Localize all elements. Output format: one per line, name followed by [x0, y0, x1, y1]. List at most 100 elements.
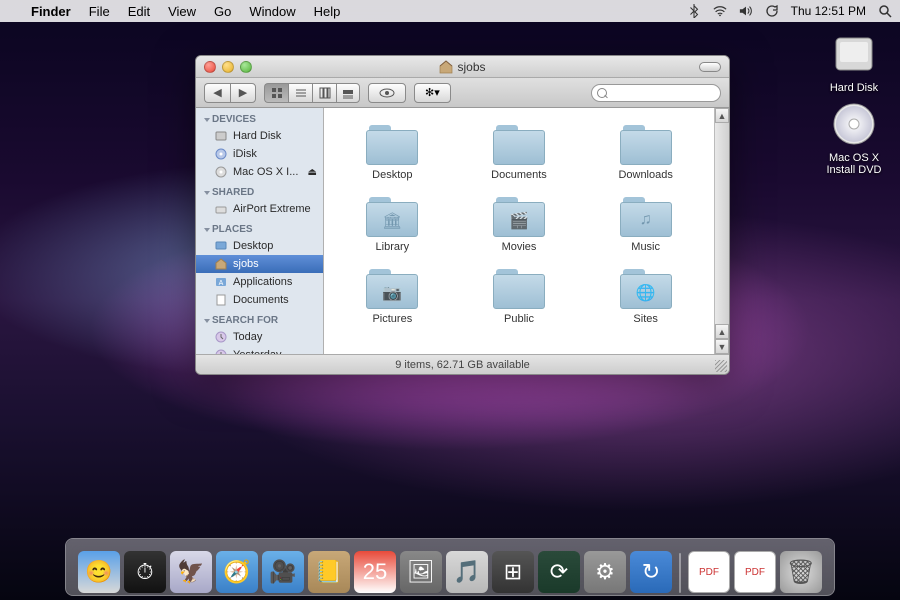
resize-grip[interactable] [715, 360, 727, 372]
folder-icon [493, 123, 545, 165]
dock-item-pdf-doc[interactable]: PDF [688, 551, 730, 593]
scroll-up-button-2[interactable]: ▲ [715, 324, 729, 339]
app-menu[interactable]: Finder [22, 4, 80, 19]
folder-label: Music [631, 241, 660, 253]
sidebar-item-yesterday[interactable]: Yesterday [196, 346, 323, 354]
content-area[interactable]: Desktop Documents Downloads 🏛 Library 🎬 … [324, 108, 714, 354]
dock-app-preview[interactable]: 🖼 [400, 551, 442, 593]
status-text: 9 items, 62.71 GB available [395, 359, 530, 371]
sidebar-item-label: Desktop [233, 240, 273, 252]
menu-help[interactable]: Help [305, 4, 350, 19]
folder-icon: 🌐 [620, 267, 672, 309]
dock-app-ichat[interactable]: 🎥 [262, 551, 304, 593]
folder-library[interactable]: 🏛 Library [344, 195, 441, 253]
sidebar-header[interactable]: SHARED [196, 181, 323, 200]
sidebar-header[interactable]: SEARCH FOR [196, 309, 323, 328]
folder-icon: 📷 [366, 267, 418, 309]
dock-app-safari[interactable]: 🧭 [216, 551, 258, 593]
folder-label: Downloads [618, 169, 672, 181]
menu-edit[interactable]: Edit [119, 4, 159, 19]
folder-public[interactable]: Public [471, 267, 568, 325]
view-coverflow-button[interactable] [336, 83, 360, 103]
sidebar-item-label: Applications [233, 276, 292, 288]
sidebar-item-airport-extreme[interactable]: AirPort Extreme [196, 200, 323, 218]
folder-downloads[interactable]: Downloads [597, 123, 694, 181]
dock-app-time-machine[interactable]: ⟳ [538, 551, 580, 593]
desktop-icon-install-dvd[interactable]: Mac OS X Install DVD [814, 100, 894, 176]
folder-sites[interactable]: 🌐 Sites [597, 267, 694, 325]
view-list-button[interactable] [288, 83, 312, 103]
window-title: sjobs [196, 60, 729, 74]
clock[interactable]: Thu 12:51 PM [791, 4, 866, 18]
view-icons-button[interactable] [264, 83, 288, 103]
folder-icon: ♫ [620, 195, 672, 237]
dock-app-sync[interactable]: ↻ [630, 551, 672, 593]
sidebar-item-label: Today [233, 331, 262, 343]
menu-view[interactable]: View [159, 4, 205, 19]
folder-label: Library [376, 241, 410, 253]
dock-app-dashboard[interactable]: ⏱ [124, 551, 166, 593]
toolbar-toggle-button[interactable] [699, 62, 721, 72]
menu-file[interactable]: File [80, 4, 119, 19]
sidebar-item-applications[interactable]: AApplications [196, 273, 323, 291]
folder-pictures[interactable]: 📷 Pictures [344, 267, 441, 325]
sidebar-item-idisk[interactable]: iDisk [196, 145, 323, 163]
sidebar-item-label: Mac OS X I... [233, 166, 298, 178]
desktop-icon-hard-disk[interactable]: Hard Disk [814, 30, 894, 94]
volume-icon[interactable] [739, 4, 753, 18]
dock: 😊 ⏱ 🦅 🧭 🎥 📒 25 🖼 🎵 ⊞ ⟳ ⚙ ↻ PDF PDF [65, 538, 835, 596]
folder-icon [366, 123, 418, 165]
spotlight-icon[interactable] [878, 4, 892, 18]
view-switcher [264, 83, 360, 103]
folder-music[interactable]: ♫ Music [597, 195, 694, 253]
folder-icon [493, 267, 545, 309]
view-columns-button[interactable] [312, 83, 336, 103]
menu-go[interactable]: Go [205, 4, 240, 19]
sync-icon[interactable] [765, 4, 779, 18]
folder-desktop[interactable]: Desktop [344, 123, 441, 181]
back-button[interactable]: ◀ [204, 83, 230, 103]
dvd-icon [830, 100, 878, 148]
folder-icon: 🎬 [493, 195, 545, 237]
sidebar-item-desktop[interactable]: Desktop [196, 237, 323, 255]
folder-label: Documents [491, 169, 547, 181]
dock-app-address-book[interactable]: 📒 [308, 551, 350, 593]
dock-app-itunes[interactable]: 🎵 [446, 551, 488, 593]
desktop-icon-label: Hard Disk [830, 82, 878, 94]
finder-window: sjobs ◀ ▶ ✻▾ DEVICES Hard Disk iDisk Mac… [195, 55, 730, 375]
wifi-icon[interactable] [713, 4, 727, 18]
sidebar-item-today[interactable]: Today [196, 328, 323, 346]
sidebar-item-label: Hard Disk [233, 130, 281, 142]
sidebar-item-sjobs[interactable]: sjobs [196, 255, 323, 273]
bluetooth-icon[interactable] [687, 4, 701, 18]
sidebar-item-mac-os-x-i-[interactable]: Mac OS X I... ⏏ [196, 163, 323, 181]
dock-app-spaces[interactable]: ⊞ [492, 551, 534, 593]
titlebar[interactable]: sjobs [196, 56, 729, 78]
forward-button[interactable]: ▶ [230, 83, 256, 103]
dock-app-ical[interactable]: 25 [354, 551, 396, 593]
folder-movies[interactable]: 🎬 Movies [471, 195, 568, 253]
sidebar-item-hard-disk[interactable]: Hard Disk [196, 127, 323, 145]
folder-label: Movies [502, 241, 537, 253]
scroll-up-button[interactable]: ▲ [715, 108, 729, 123]
action-button[interactable]: ✻▾ [414, 83, 451, 103]
search-input[interactable] [591, 84, 721, 102]
menubar: Finder File Edit View Go Window Help Thu… [0, 0, 900, 22]
folder-documents[interactable]: Documents [471, 123, 568, 181]
vertical-scrollbar[interactable]: ▲ ▲ ▼ [714, 108, 729, 354]
statusbar: 9 items, 62.71 GB available [196, 354, 729, 374]
dock-item-pdf-doc[interactable]: PDF [734, 551, 776, 593]
quicklook-button[interactable] [368, 83, 406, 103]
dock-app-system-preferences[interactable]: ⚙ [584, 551, 626, 593]
scroll-down-button[interactable]: ▼ [715, 339, 729, 354]
sidebar: DEVICES Hard Disk iDisk Mac OS X I... ⏏ … [196, 108, 324, 354]
dock-item-trash[interactable]: 🗑 [780, 551, 822, 593]
dock-app-mail[interactable]: 🦅 [170, 551, 212, 593]
sidebar-header[interactable]: DEVICES [196, 108, 323, 127]
sidebar-item-documents[interactable]: Documents [196, 291, 323, 309]
sidebar-item-label: iDisk [233, 148, 257, 160]
sidebar-item-label: AirPort Extreme [233, 203, 311, 215]
dock-app-finder[interactable]: 😊 [78, 551, 120, 593]
sidebar-header[interactable]: PLACES [196, 218, 323, 237]
menu-window[interactable]: Window [240, 4, 304, 19]
